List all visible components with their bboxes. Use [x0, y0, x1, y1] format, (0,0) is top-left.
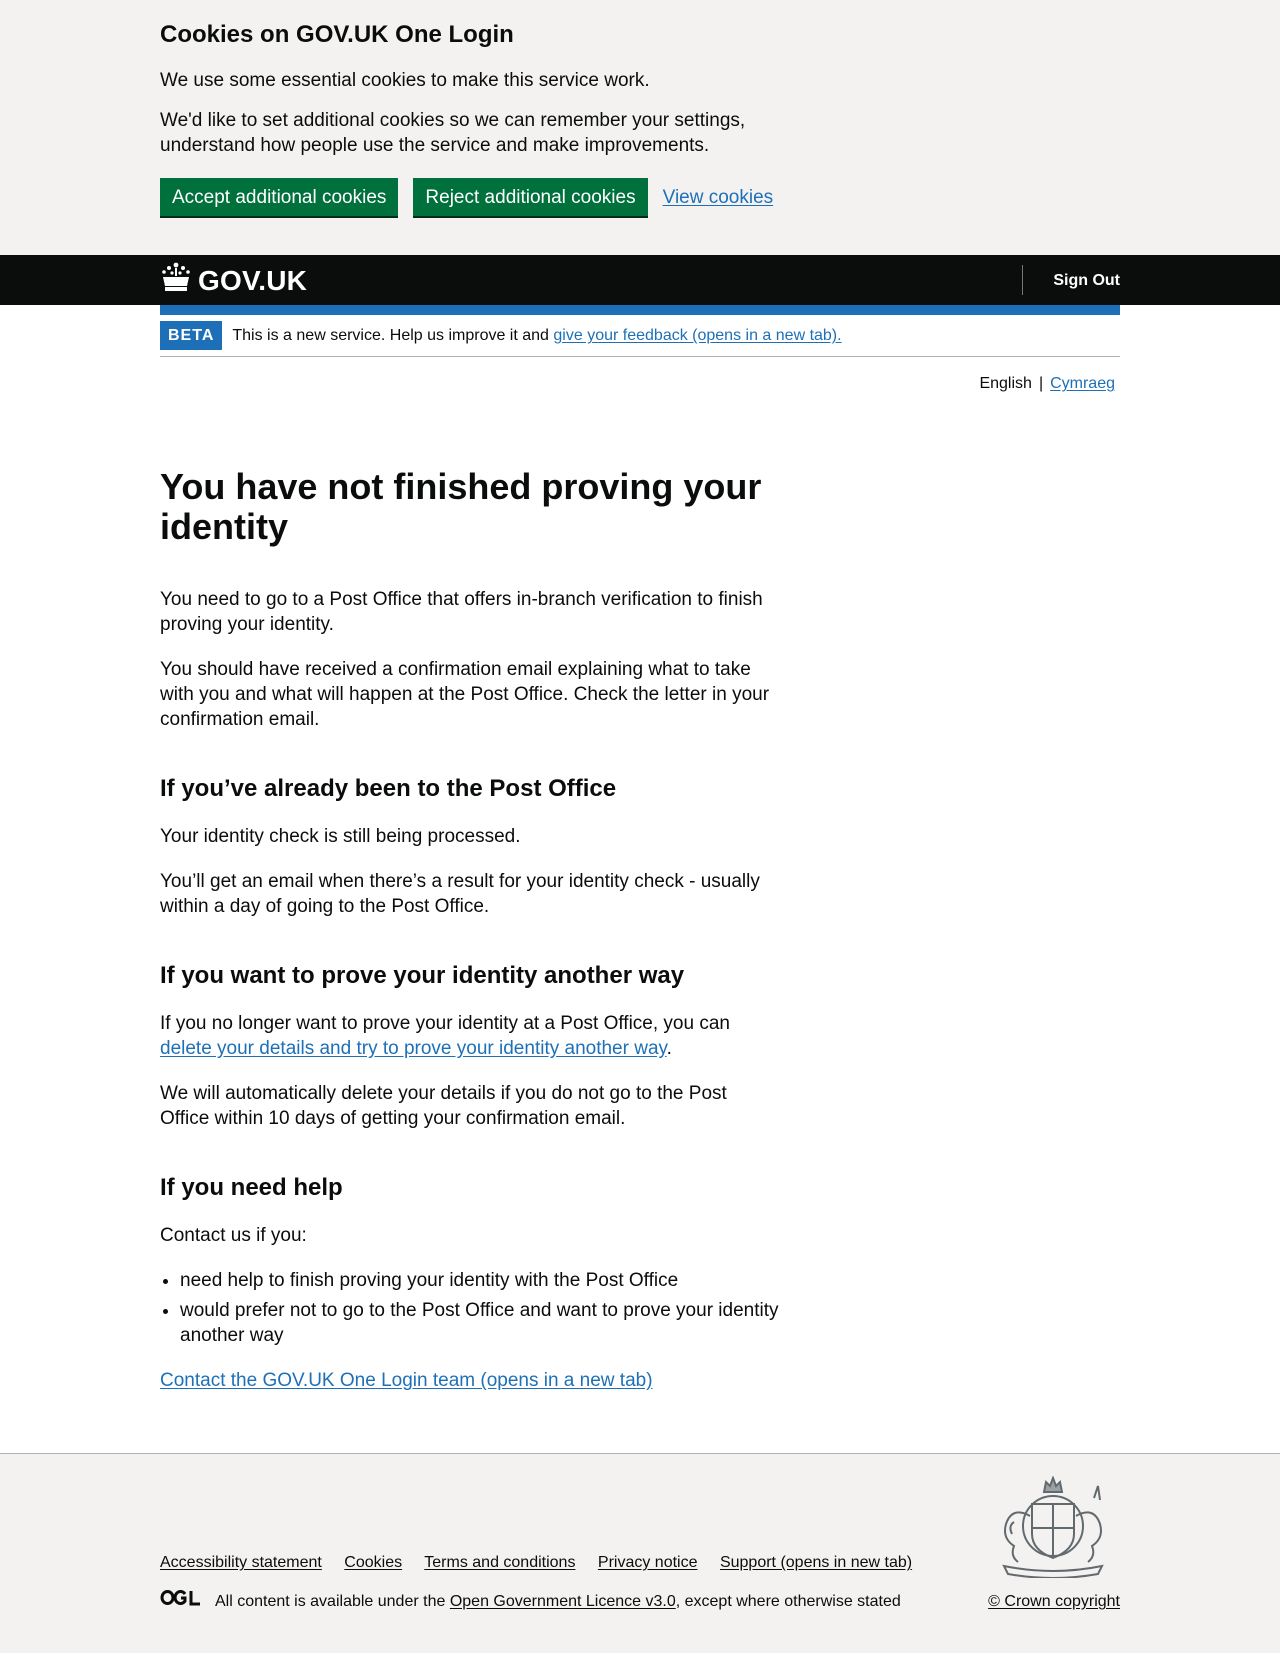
language-separator: |	[1038, 375, 1044, 392]
list-item: need help to finish proving your identit…	[180, 1268, 780, 1293]
phase-banner: BETA This is a new service. Help us impr…	[160, 315, 1120, 357]
language-cymraeg-link[interactable]: Cymraeg	[1050, 375, 1115, 392]
view-cookies-link[interactable]: View cookies	[663, 185, 774, 210]
another-way-period: .	[666, 1038, 672, 1059]
accept-cookies-button[interactable]: Accept additional cookies	[160, 178, 399, 216]
site-footer: Accessibility statement Cookies Terms an…	[0, 1453, 1280, 1653]
language-current: English	[979, 375, 1032, 392]
intro-paragraph-2: You should have received a confirmation …	[160, 659, 770, 730]
site-header: GOV.UK Sign Out	[0, 255, 1280, 305]
cookie-banner-title: Cookies on GOV.UK One Login	[160, 21, 514, 48]
another-way-text: If you no longer want to prove your iden…	[160, 1013, 730, 1034]
royal-coat-of-arms-icon	[994, 1475, 1112, 1585]
govuk-logo-link[interactable]: GOV.UK	[160, 262, 307, 299]
already-been-paragraph-2: You’ll get an email when there’s a resul…	[160, 871, 760, 917]
language-toggle: English | Cymraeg	[160, 357, 1120, 467]
intro-paragraph-1: You need to go to a Post Office that off…	[160, 589, 763, 635]
need-help-list: need help to finish proving your identit…	[180, 1268, 780, 1348]
footer-links: Accessibility statement Cookies Terms an…	[160, 1550, 930, 1575]
header-blue-bar	[160, 305, 1120, 315]
already-been-heading: If you’ve already been to the Post Offic…	[160, 775, 617, 802]
page-title: You have not finished proving your ident…	[160, 466, 762, 547]
footer-link-accessibility[interactable]: Accessibility statement	[160, 1554, 322, 1571]
footer-link-terms[interactable]: Terms and conditions	[424, 1554, 575, 1571]
another-way-paragraph-2: We will automatically delete your detail…	[160, 1083, 727, 1129]
another-way-paragraph-1: If you no longer want to prove your iden…	[160, 1011, 780, 1061]
footer-licence: All content is available under the Open …	[160, 1589, 901, 1614]
header-nav: Sign Out	[1022, 255, 1120, 305]
crown-copyright: © Crown copyright	[988, 1589, 1120, 1614]
main-content: You have not finished proving your ident…	[160, 467, 780, 1453]
licence-text-after: , except where otherwise stated	[675, 1593, 901, 1610]
another-way-heading: If you want to prove your identity anoth…	[160, 962, 685, 989]
beta-tag: BETA	[160, 321, 223, 350]
crown-icon	[160, 262, 192, 299]
ogl-logo-icon	[160, 1589, 201, 1614]
feedback-link[interactable]: give your feedback (opens in a new tab).	[553, 323, 841, 348]
cookie-banner: Cookies on GOV.UK One Login We use some …	[0, 0, 1280, 255]
already-been-paragraph-1: Your identity check is still being proce…	[160, 826, 521, 847]
list-item: would prefer not to go to the Post Offic…	[180, 1298, 780, 1348]
sign-out-link[interactable]: Sign Out	[1053, 268, 1120, 293]
licence-link[interactable]: Open Government Licence v3.0	[450, 1589, 676, 1614]
govuk-logo-text: GOV.UK	[198, 264, 308, 296]
footer-link-cookies[interactable]: Cookies	[344, 1554, 402, 1571]
footer-link-support[interactable]: Support (opens in new tab)	[720, 1554, 912, 1571]
need-help-paragraph: Contact us if you:	[160, 1225, 307, 1246]
header-divider	[1022, 265, 1024, 295]
reject-cookies-button[interactable]: Reject additional cookies	[413, 178, 648, 216]
phase-banner-text: This is a new service. Help us improve i…	[232, 327, 549, 344]
cookie-banner-text-essential: We use some essential cookies to make th…	[160, 70, 650, 91]
cookie-banner-text-additional: We'd like to set additional cookies so w…	[160, 110, 746, 156]
need-help-heading: If you need help	[160, 1174, 343, 1201]
licence-text: All content is available under the	[215, 1593, 446, 1610]
crown-copyright-link[interactable]: © Crown copyright	[988, 1593, 1120, 1610]
delete-details-link[interactable]: delete your details and try to prove you…	[160, 1038, 667, 1059]
contact-team-link[interactable]: Contact the GOV.UK One Login team (opens…	[160, 1368, 653, 1393]
footer-link-privacy[interactable]: Privacy notice	[598, 1554, 698, 1571]
cookie-banner-actions: Accept additional cookies Reject additio…	[160, 178, 1120, 216]
